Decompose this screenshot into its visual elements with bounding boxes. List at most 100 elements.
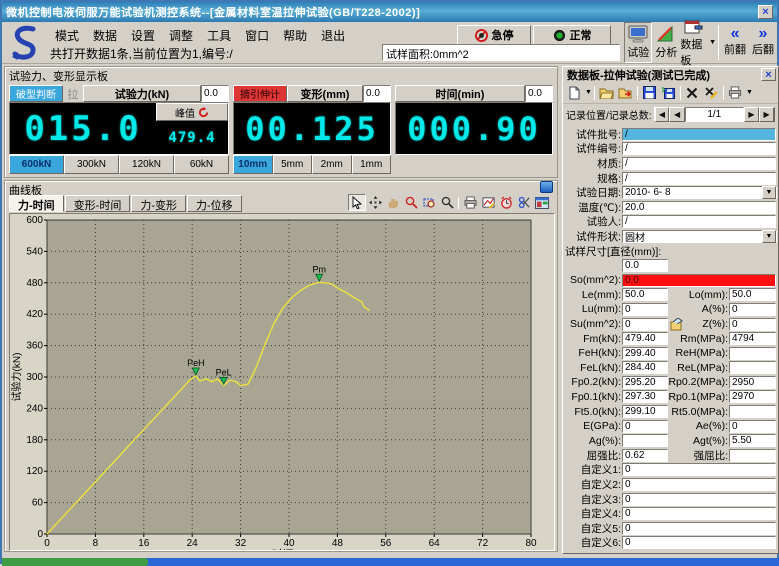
first-record-icon[interactable]: ◀: [654, 107, 670, 122]
lo-field[interactable]: [729, 288, 776, 301]
force-range-60kn[interactable]: 60kN: [174, 155, 229, 174]
deform-range-1mm[interactable]: 1mm: [352, 155, 392, 174]
ft5-field[interactable]: [622, 405, 668, 418]
prev-page-button[interactable]: « 前翻: [721, 22, 749, 63]
rp02-field[interactable]: [729, 376, 776, 389]
rel-field[interactable]: [729, 361, 776, 374]
z-field[interactable]: [729, 318, 776, 331]
cust5-field[interactable]: [622, 522, 776, 535]
analyze-button[interactable]: 分析: [652, 22, 680, 63]
a-field[interactable]: [729, 303, 776, 316]
deform-range-10mm[interactable]: 10mm: [233, 155, 273, 174]
code-field[interactable]: [622, 142, 776, 155]
menu-item-setup[interactable]: 设置: [124, 25, 162, 43]
menu-item-adjust[interactable]: 调整: [162, 25, 200, 43]
databoard-button[interactable]: 数据板 ▼: [680, 22, 716, 63]
emergency-stop-button[interactable]: 急停: [457, 25, 531, 45]
lu-field[interactable]: [622, 303, 668, 316]
new-record-caret-icon[interactable]: ▼: [585, 89, 592, 96]
print-icon[interactable]: [726, 84, 745, 102]
refresh-peak-icon[interactable]: [198, 107, 209, 118]
deform-range-2mm[interactable]: 2mm: [312, 155, 352, 174]
shape-dropdown-icon[interactable]: ▼: [762, 230, 776, 243]
fm-field[interactable]: [622, 332, 668, 345]
panel-view-icon[interactable]: [533, 194, 551, 211]
feh-field[interactable]: [622, 347, 668, 360]
pan-arrows-icon[interactable]: [366, 194, 384, 211]
material-field[interactable]: [622, 157, 776, 170]
save-as-icon[interactable]: [659, 84, 678, 102]
custom1-field[interactable]: [622, 463, 776, 476]
ag-field[interactable]: [622, 434, 668, 447]
ae-field[interactable]: [729, 420, 776, 433]
zoom-out-icon[interactable]: [438, 194, 456, 211]
new-record-icon[interactable]: [565, 84, 584, 102]
menu-item-tools[interactable]: 工具: [200, 25, 238, 43]
curve-tools-icon[interactable]: [515, 194, 533, 211]
start-button-sliver[interactable]: [2, 558, 148, 566]
custom3-field[interactable]: [622, 493, 776, 506]
tab-force-deform[interactable]: 力-变形: [131, 195, 186, 212]
tab-force-displacement[interactable]: 力-位移: [187, 195, 242, 212]
deform-range-5mm[interactable]: 5mm: [273, 155, 313, 174]
pull-mode-button[interactable]: 拉: [63, 85, 83, 102]
tab-deform-time[interactable]: 变形-时间: [65, 195, 131, 212]
rt5-field[interactable]: [729, 405, 776, 418]
next-record-icon[interactable]: ▶: [744, 107, 760, 122]
print-chart-icon[interactable]: [461, 194, 479, 211]
custom2-field[interactable]: [622, 478, 776, 491]
zoom-in-icon[interactable]: [402, 194, 420, 211]
date-dropdown-icon[interactable]: ▼: [762, 186, 776, 199]
batch-field[interactable]: [622, 128, 776, 141]
menu-item-help[interactable]: 帮助: [276, 25, 314, 43]
force-range-120kn[interactable]: 120kN: [119, 155, 174, 174]
panel-collapse-button[interactable]: [540, 181, 553, 193]
rp01-field[interactable]: [729, 390, 776, 403]
menu-item-exit[interactable]: 退出: [314, 25, 352, 43]
clear-record-icon[interactable]: [702, 84, 721, 102]
sample-area-field[interactable]: 试样面积:0mm^2: [382, 44, 620, 61]
su-field[interactable]: [622, 318, 668, 331]
print-caret-icon[interactable]: ▼: [746, 89, 753, 96]
last-record-icon[interactable]: ▶: [759, 107, 775, 122]
delete-record-icon[interactable]: [683, 84, 702, 102]
open-file-icon[interactable]: [597, 84, 616, 102]
fp01-field[interactable]: [622, 390, 668, 403]
remove-extensometer-button[interactable]: 摘引伸计: [233, 85, 287, 102]
chart-settings-icon[interactable]: [479, 194, 497, 211]
select-cursor-icon[interactable]: [348, 194, 366, 211]
databoard-caret-icon[interactable]: ▼: [709, 39, 716, 46]
save-icon[interactable]: [640, 84, 659, 102]
so-field[interactable]: [622, 274, 776, 287]
hand-tool-icon[interactable]: [384, 194, 402, 211]
fel-field[interactable]: [622, 361, 668, 374]
rm-field[interactable]: [729, 332, 776, 345]
yield-ratio-field[interactable]: [622, 449, 668, 462]
spec-field[interactable]: [622, 172, 776, 185]
menu-item-window[interactable]: 窗口: [238, 25, 276, 43]
normal-state-button[interactable]: 正常: [533, 25, 611, 45]
measure-tool-icon[interactable]: [670, 318, 683, 331]
le-field[interactable]: [622, 288, 668, 301]
custom4-field[interactable]: [622, 507, 776, 520]
alarm-clock-icon[interactable]: [497, 194, 515, 211]
force-range-300kn[interactable]: 300kN: [64, 155, 119, 174]
chart-area[interactable]: 0601201802403003604204805406000816243240…: [9, 213, 555, 551]
custom6-field[interactable]: [622, 536, 776, 549]
temp-field[interactable]: [622, 201, 776, 214]
agt-field[interactable]: [729, 434, 776, 447]
force-range-600kn[interactable]: 600kN: [9, 155, 64, 174]
tester-field[interactable]: [622, 215, 776, 228]
size-field[interactable]: [622, 259, 668, 272]
menu-item-mode[interactable]: 模式: [48, 25, 86, 43]
reh-field[interactable]: [729, 347, 776, 360]
zoom-region-icon[interactable]: [420, 194, 438, 211]
strength-ratio-field[interactable]: [729, 449, 776, 462]
window-close-icon[interactable]: ×: [758, 5, 773, 19]
break-detect-button[interactable]: 破型判断: [9, 85, 63, 102]
data-board-close-icon[interactable]: ×: [761, 68, 776, 81]
next-page-button[interactable]: » 后翻: [749, 22, 777, 63]
export-file-icon[interactable]: [616, 84, 635, 102]
prev-record-icon[interactable]: ◀: [669, 107, 685, 122]
tab-force-time[interactable]: 力-时间: [9, 195, 64, 212]
